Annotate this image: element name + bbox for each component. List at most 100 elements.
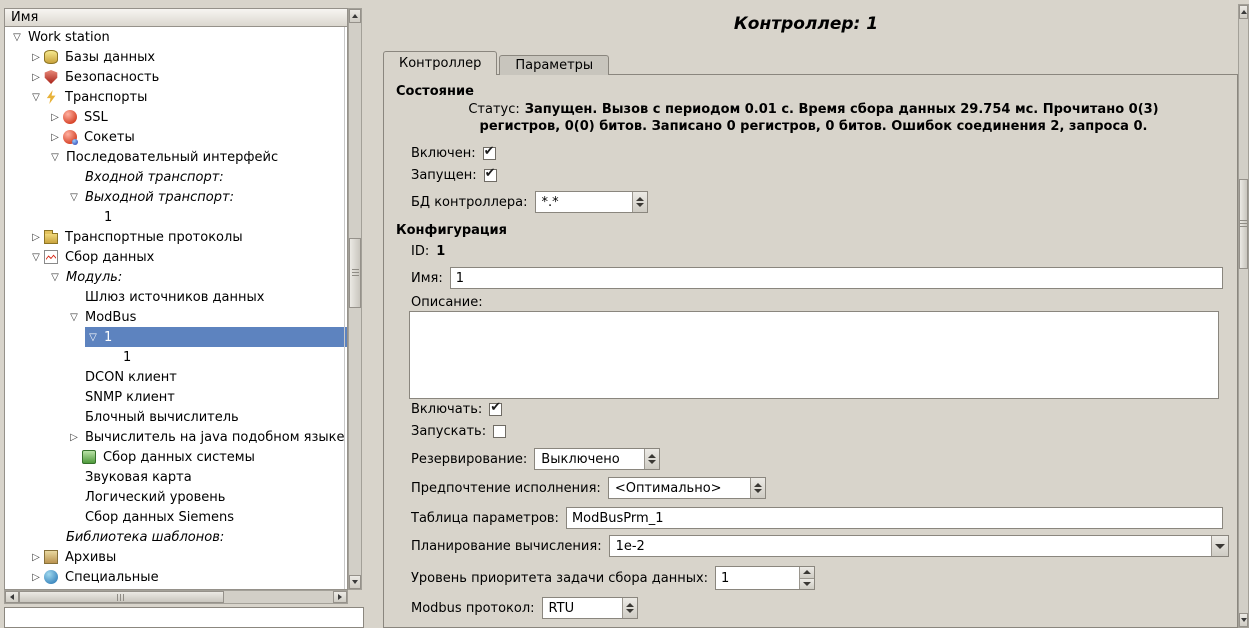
tree-item[interactable]: ▽Модуль:	[5, 267, 347, 287]
expander-closed-icon[interactable]: ▷	[66, 432, 82, 443]
priority-row: Уровень приоритета задачи сбора данных: …	[411, 566, 1223, 590]
tree-item[interactable]: ▷Безопасность	[5, 67, 347, 87]
transports-icon	[44, 90, 58, 104]
schedule-combobox[interactable]: 1e-2	[609, 535, 1229, 557]
expander-closed-icon[interactable]: ▷	[28, 72, 44, 83]
scroll-up-button[interactable]	[1239, 5, 1248, 19]
tree-item-content: 1	[104, 347, 347, 367]
tree-item[interactable]: Звуковая карта	[5, 467, 347, 487]
scroll-up-button[interactable]	[349, 9, 361, 23]
tree-item-content: Входной транспорт:	[66, 167, 347, 187]
tree-item[interactable]: SNMP клиент	[5, 387, 347, 407]
tree-item[interactable]: Сбор данных Siemens	[5, 507, 347, 527]
expander-closed-icon[interactable]: ▷	[47, 112, 63, 123]
tree-item[interactable]: ▽Последовательный интерфейс	[5, 147, 347, 167]
expander-closed-icon[interactable]: ▷	[28, 572, 44, 583]
tree-item[interactable]: Блочный вычислитель	[5, 407, 347, 427]
scroll-right-button[interactable]	[333, 591, 347, 603]
tree-item[interactable]: ▷Специальные	[5, 567, 347, 587]
tree-indent	[5, 447, 66, 467]
tab-controller[interactable]: Контроллер	[383, 51, 497, 75]
tree-item[interactable]: ▷Архивы	[5, 547, 347, 567]
expander-open-icon[interactable]: ▽	[66, 192, 82, 203]
tree-item[interactable]: Библиотека шаблонов:	[5, 527, 347, 547]
tab-parameters[interactable]: Параметры	[499, 55, 609, 75]
enabled-checkbox[interactable]	[483, 147, 496, 160]
scroll-left-button[interactable]	[5, 591, 19, 603]
expander-open-icon[interactable]: ▽	[47, 152, 63, 163]
expander-closed-icon[interactable]: ▷	[28, 552, 44, 563]
tree-horizontal-scrollbar[interactable]	[4, 590, 348, 604]
name-input[interactable]	[450, 267, 1223, 289]
tree-item[interactable]: ▷Вычислитель на java подобном языке	[5, 427, 347, 447]
tree-item[interactable]: 1	[5, 207, 347, 227]
spin-down-button[interactable]	[800, 578, 814, 590]
tree-item[interactable]: ▷Сокеты	[5, 127, 347, 147]
tree-item[interactable]: Логический уровень	[5, 487, 347, 507]
redundancy-value: Выключено	[535, 449, 644, 469]
tree-item-content: ▷Сокеты	[47, 127, 347, 147]
expander-closed-icon[interactable]: ▷	[47, 132, 63, 143]
tree-item[interactable]: Сбор данных системы	[5, 447, 347, 467]
tree-item[interactable]: ▽Транспорты	[5, 87, 347, 107]
expander-open-icon[interactable]: ▽	[9, 32, 25, 43]
tree-indent	[5, 387, 66, 407]
tree-vertical-scrollbar[interactable]	[348, 8, 362, 590]
expander-open-icon[interactable]: ▽	[47, 272, 63, 283]
priority-spinbox[interactable]: 1	[715, 566, 815, 590]
tree-item[interactable]: ▷Транспортные протоколы	[5, 227, 347, 247]
tree-item-label: Блочный вычислитель	[82, 410, 242, 425]
tree-item[interactable]: DCON клиент	[5, 367, 347, 387]
to-start-checkbox[interactable]	[493, 425, 506, 438]
tree-item[interactable]: ▽Выходной транспорт:	[5, 187, 347, 207]
scrollbar-thumb[interactable]	[349, 238, 361, 308]
arrow-left-icon	[10, 594, 14, 600]
expander-open-icon[interactable]: ▽	[66, 312, 82, 323]
redundancy-combobox[interactable]: Выключено	[534, 448, 660, 470]
tree-item-label: Сбор данных	[62, 250, 157, 265]
form-vertical-scrollbar[interactable]	[1238, 4, 1249, 628]
controller-db-combobox[interactable]: *.*	[535, 191, 648, 213]
tree-item-content: ▽ModBus	[66, 307, 347, 327]
tree-item[interactable]: ▽ModBus	[5, 307, 347, 327]
tree-item[interactable]: ▽Work station	[5, 27, 347, 47]
spin-up-button[interactable]	[800, 567, 814, 578]
tree-item-label: Вычислитель на java подобном языке	[82, 430, 348, 445]
tree-indent	[5, 507, 66, 527]
tree-item[interactable]: ▷Базы данных	[5, 47, 347, 67]
to-enable-row: Включать:	[411, 402, 1223, 417]
tree-item-label: SNMP клиент	[82, 390, 178, 405]
tree-item[interactable]: Входной транспорт:	[5, 167, 347, 187]
tree-item[interactable]: 1	[5, 347, 347, 367]
tree-column-header[interactable]: Имя	[4, 8, 348, 27]
tree-item-content: ▽Work station	[9, 27, 347, 47]
expander-closed-icon[interactable]: ▷	[28, 232, 44, 243]
tree-item-content: SNMP клиент	[66, 387, 347, 407]
tree-indent	[5, 167, 66, 187]
param-table-row: Таблица параметров:	[411, 507, 1223, 529]
scrollbar-thumb[interactable]	[19, 591, 224, 603]
started-checkbox[interactable]	[484, 169, 497, 182]
scrollbar-thumb[interactable]	[1239, 179, 1248, 269]
description-textarea[interactable]	[409, 311, 1219, 399]
protocol-combobox[interactable]: RTU	[542, 597, 638, 619]
tree-item-label: Входной транспорт:	[82, 170, 227, 185]
arrow-up-icon	[352, 14, 358, 18]
tree-item-content: DCON клиент	[66, 367, 347, 387]
tree-item[interactable]: ▷SSL	[5, 107, 347, 127]
expander-closed-icon[interactable]: ▷	[28, 52, 44, 63]
expander-open-icon[interactable]: ▽	[85, 332, 101, 343]
tree-item[interactable]: ▽ Сбор данных	[5, 247, 347, 267]
scroll-down-button[interactable]	[349, 575, 361, 589]
expander-open-icon[interactable]: ▽	[28, 252, 44, 263]
scroll-down-button[interactable]	[1239, 613, 1248, 627]
tree-item[interactable]: Шлюз источников данных	[5, 287, 347, 307]
app-window: Имя ▽Work station▷Базы данных▷Безопаснос…	[0, 0, 1249, 628]
param-table-input[interactable]	[566, 507, 1223, 529]
to-enable-checkbox[interactable]	[489, 403, 502, 416]
param-table-label: Таблица параметров:	[411, 511, 559, 526]
tree-item-selected[interactable]: ▽1	[5, 327, 347, 347]
to-start-row: Запускать:	[411, 424, 1223, 439]
expander-open-icon[interactable]: ▽	[28, 92, 44, 103]
preference-combobox[interactable]: <Оптимально>	[608, 477, 766, 499]
